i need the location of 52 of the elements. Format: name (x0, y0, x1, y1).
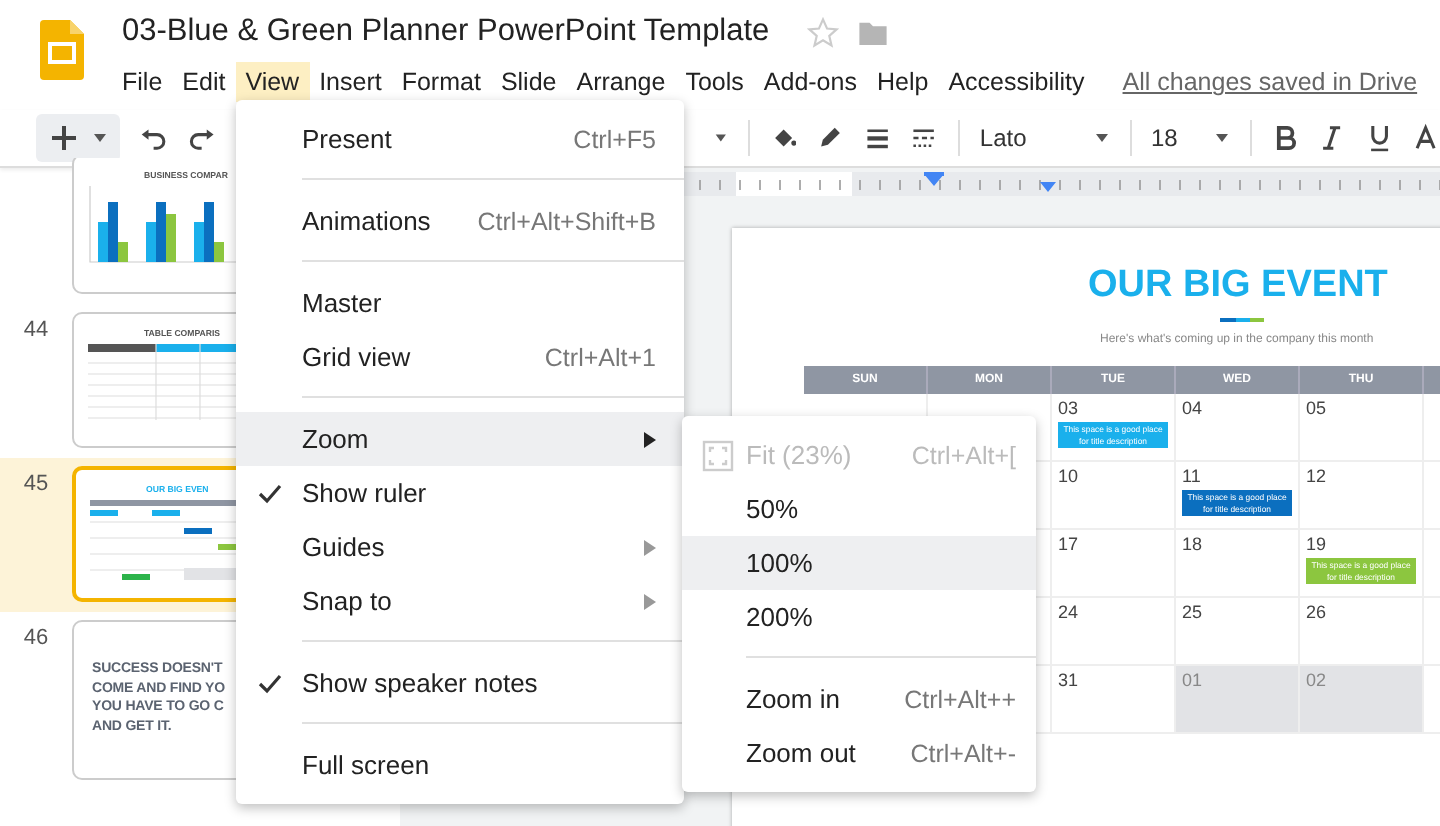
menu-option[interactable]: Zoom out Ctrl+Alt+- (682, 726, 1036, 780)
calendar-day: 10 (1052, 462, 1176, 530)
font-dropdown[interactable]: Lato (979, 124, 1110, 152)
accent-line (1220, 318, 1264, 322)
caret-icon[interactable] (713, 130, 728, 146)
checkmark-icon (258, 671, 282, 695)
menu-item[interactable]: File (112, 62, 173, 103)
slide-number: 46 (21, 624, 51, 654)
menu-option[interactable]: 100% (682, 536, 1036, 590)
menu-item[interactable]: Arrange (566, 62, 676, 103)
plus-icon (48, 122, 80, 154)
menu-option[interactable]: Zoom in Ctrl+Alt++ (682, 672, 1036, 726)
calendar-day: 26 (1300, 598, 1424, 666)
document-title[interactable]: 03-Blue & Green Planner PowerPoint Template (122, 14, 770, 51)
menu-option[interactable]: 200% (682, 590, 1036, 644)
menu-item[interactable]: Format (391, 62, 491, 103)
underline-icon[interactable] (1365, 122, 1393, 154)
bold-icon[interactable] (1271, 122, 1299, 154)
calendar-day: 18 (1176, 530, 1300, 598)
calendar-day: 05 (1300, 394, 1424, 462)
menu-item[interactable]: Insert (309, 62, 392, 103)
menu-item[interactable]: Slide (490, 62, 567, 103)
fit-icon (702, 439, 734, 471)
menu-option[interactable]: Zoom (236, 412, 684, 466)
menu-item[interactable]: View (235, 62, 310, 103)
menu-item[interactable]: Help (866, 62, 939, 103)
font-size-dropdown[interactable]: 18 (1150, 124, 1230, 152)
menu-option[interactable]: 50% (682, 482, 1036, 536)
calendar-day: 04 (1176, 394, 1300, 462)
save-status-link[interactable]: All changes saved in Drive (1122, 68, 1418, 97)
slide-number: 44 (21, 316, 51, 346)
menu-item[interactable]: Add-ons (753, 62, 867, 103)
calendar-day: 12 (1300, 462, 1424, 530)
calendar-day: 25 (1176, 598, 1300, 666)
menu-item[interactable]: Edit (172, 62, 236, 103)
new-slide-button[interactable] (36, 114, 120, 162)
menu-item[interactable]: Accessibility (938, 62, 1095, 103)
checkmark-icon (258, 481, 282, 505)
star-icon[interactable] (805, 15, 840, 50)
caret-icon (92, 130, 108, 146)
calendar-day: 01 (1176, 666, 1300, 734)
slide-title: OUR BIG EVENT (1088, 264, 1388, 308)
text-color-icon[interactable] (1412, 122, 1440, 154)
calendar-day: 17 (1052, 530, 1176, 598)
calendar-day: 24 (1052, 598, 1176, 666)
menu-item[interactable]: Tools (675, 62, 754, 103)
italic-icon[interactable] (1318, 122, 1346, 154)
caret-icon (1093, 130, 1110, 146)
caret-icon (1213, 130, 1230, 146)
slide-number: 45 (21, 470, 51, 500)
calendar-day: 02 (1300, 666, 1424, 734)
calendar-day: 31 (1052, 666, 1176, 734)
